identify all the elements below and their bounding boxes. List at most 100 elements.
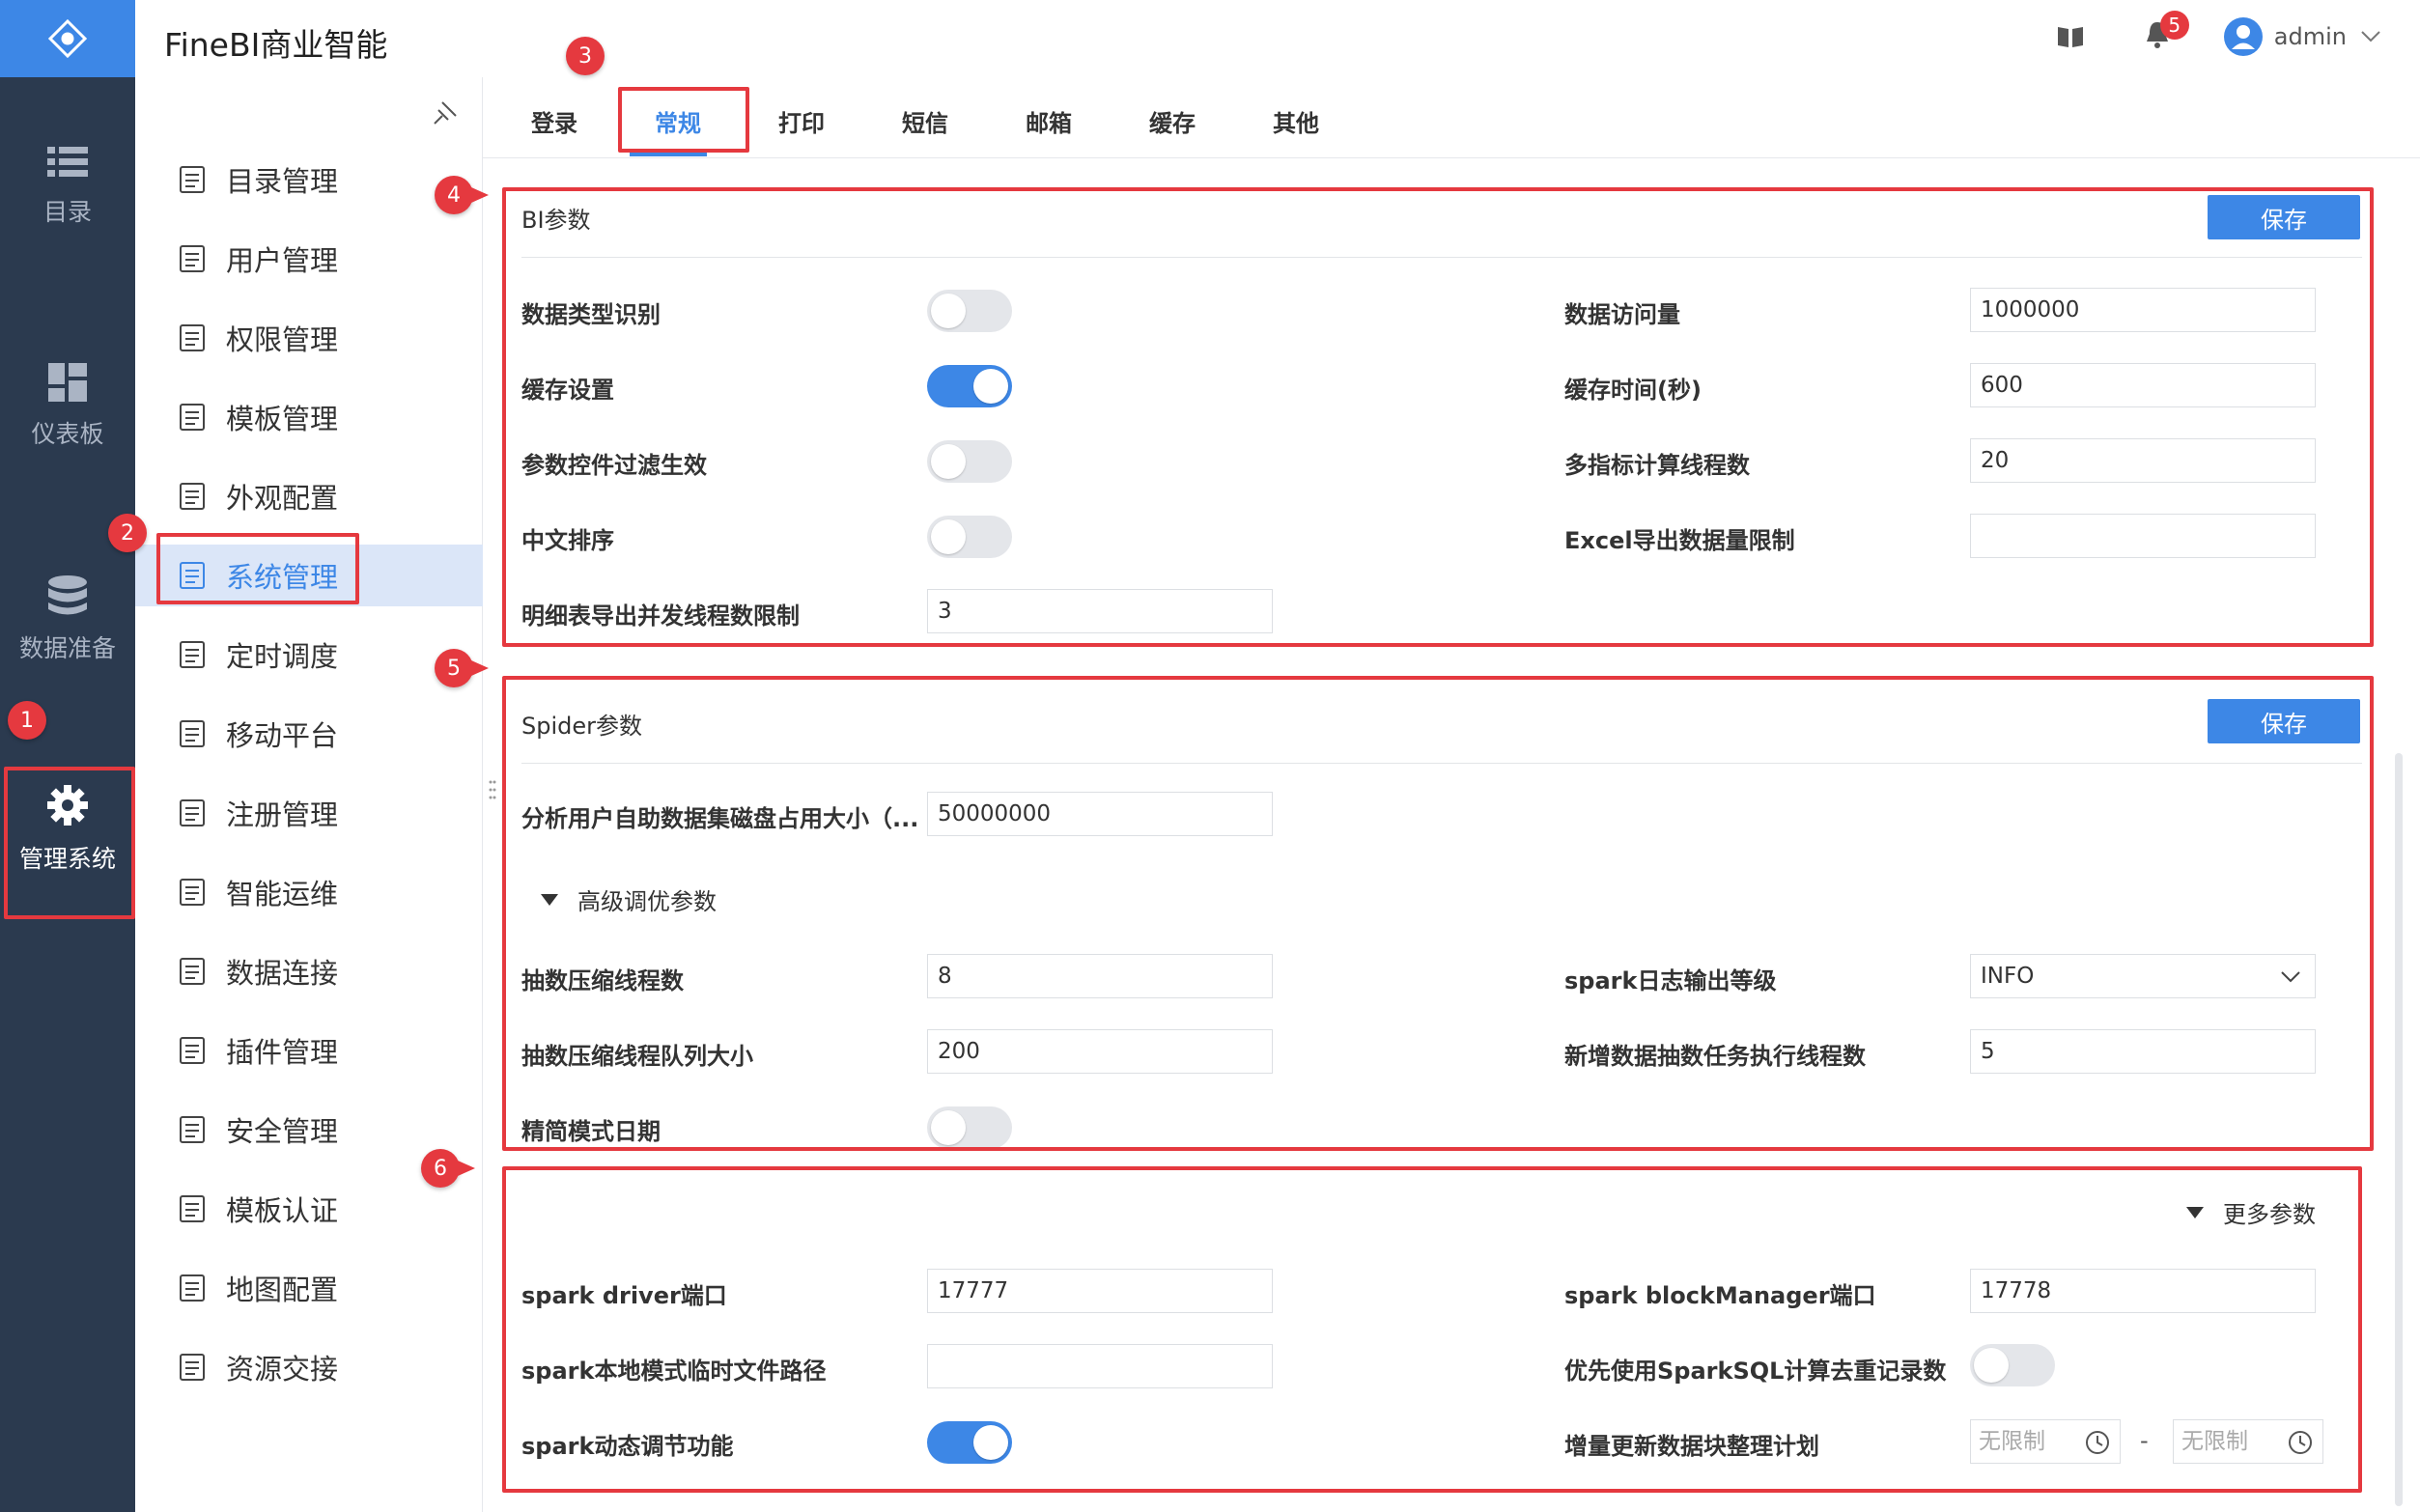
sidebar-item-permissions[interactable]: 权限管理 xyxy=(135,307,483,369)
new-extract-threads-input[interactable] xyxy=(1970,1029,2316,1074)
scrollbar[interactable] xyxy=(2395,753,2403,1506)
sidebar-item-handover[interactable]: 资源交接 xyxy=(135,1336,483,1398)
chevron-down-icon[interactable] xyxy=(2360,30,2381,43)
label-multi-threads: 多指标计算线程数 xyxy=(1564,452,1750,479)
cn-sort-toggle[interactable] xyxy=(927,516,1012,558)
list-icon xyxy=(47,147,88,177)
sidebar-item-label: 模板管理 xyxy=(226,403,339,435)
cache-setting-toggle[interactable] xyxy=(927,365,1012,407)
cert-icon xyxy=(180,1195,205,1222)
sidebar-item-catalog[interactable]: 目录管理 xyxy=(135,149,483,210)
nav-item-admin[interactable]: 管理系统 xyxy=(0,784,135,875)
multi-threads-input[interactable] xyxy=(1970,438,2316,483)
bi-section-title: BI参数 xyxy=(521,207,591,234)
advanced-toggle[interactable]: 高级调优参数 xyxy=(541,882,717,916)
user-name[interactable]: admin xyxy=(2274,23,2347,50)
incr-from-time[interactable]: 无限制 xyxy=(1970,1419,2121,1464)
tab-general[interactable]: 常规 xyxy=(655,104,701,138)
splitter-handle-icon[interactable] xyxy=(489,778,496,807)
local-tmp-input[interactable] xyxy=(927,1344,1273,1388)
param-filter-toggle[interactable] xyxy=(927,440,1012,483)
tab-login[interactable]: 登录 xyxy=(531,104,577,138)
step-badge-2: 2 xyxy=(108,514,147,552)
sidebar-item-connections[interactable]: 数据连接 xyxy=(135,940,483,1002)
tab-other[interactable]: 其他 xyxy=(1273,104,1319,138)
excel-limit-input[interactable] xyxy=(1970,514,2316,558)
mobile-icon xyxy=(180,720,205,747)
compress-threads-input[interactable] xyxy=(927,954,1273,998)
sidebar-item-label: 安全管理 xyxy=(226,1115,339,1148)
type-detect-toggle[interactable] xyxy=(927,290,1012,332)
sidebar-item-schedule[interactable]: 定时调度 xyxy=(135,624,483,686)
sparksql-dedup-toggle[interactable] xyxy=(1970,1344,2055,1386)
sidebar-item-templates[interactable]: 模板管理 xyxy=(135,386,483,448)
logo[interactable] xyxy=(0,0,135,77)
sidebar-item-label: 资源交接 xyxy=(226,1353,339,1386)
tab-sms[interactable]: 短信 xyxy=(902,104,948,138)
sidebar-item-label: 目录管理 xyxy=(226,165,339,198)
spark-log-select[interactable]: INFO xyxy=(1970,954,2316,998)
sidebar-item-label: 插件管理 xyxy=(226,1036,339,1069)
more-params-toggle[interactable]: 更多参数 xyxy=(2186,1195,2316,1229)
simple-date-toggle[interactable] xyxy=(927,1106,1012,1149)
label-simple-date: 精简模式日期 xyxy=(521,1118,661,1145)
driver-port-input[interactable] xyxy=(927,1269,1273,1313)
cache-time-input[interactable] xyxy=(1970,363,2316,407)
label-compress-threads: 抽数压缩线程数 xyxy=(521,967,684,994)
spider-save-button[interactable]: 保存 xyxy=(2208,699,2360,743)
book-icon[interactable] xyxy=(2056,24,2085,49)
brush-icon xyxy=(180,483,205,510)
tab-email[interactable]: 邮箱 xyxy=(1026,104,1072,138)
sidebar-item-system[interactable]: 系统管理 xyxy=(135,545,483,606)
step-badge-4: 4 xyxy=(435,176,489,214)
nav-label: 目录 xyxy=(42,198,92,226)
pin-icon[interactable] xyxy=(431,98,460,127)
dashboard-icon xyxy=(48,363,87,402)
sidebar-item-map[interactable]: 地图配置 xyxy=(135,1257,483,1319)
sidebar-item-label: 定时调度 xyxy=(226,640,339,673)
sidebar-item-plugins[interactable]: 插件管理 xyxy=(135,1020,483,1081)
disk-usage-input[interactable] xyxy=(927,792,1273,836)
label-bm-port: spark blockManager端口 xyxy=(1564,1282,1876,1309)
sidebar-item-users[interactable]: 用户管理 xyxy=(135,228,483,290)
bm-port-input[interactable] xyxy=(1970,1269,2316,1313)
nav-label: 数据准备 xyxy=(18,634,116,662)
incr-to-time[interactable]: 无限制 xyxy=(2173,1419,2323,1464)
tab-cache[interactable]: 缓存 xyxy=(1149,104,1196,138)
app-title: FineBI商业智能 xyxy=(164,26,388,64)
step-badge-5: 5 xyxy=(435,649,489,687)
sidebar-item-label: 数据连接 xyxy=(226,957,339,990)
bi-save-button[interactable]: 保存 xyxy=(2208,195,2360,239)
sidebar-item-appearance[interactable]: 外观配置 xyxy=(135,465,483,527)
nav-item-catalog[interactable]: 目录 xyxy=(0,145,135,228)
tab-bar: 登录 常规 打印 短信 邮箱 缓存 其他 xyxy=(483,77,2420,158)
step-badge-3: 3 xyxy=(566,37,605,75)
sidebar-item-certification[interactable]: 模板认证 xyxy=(135,1178,483,1240)
nav-item-data-prep[interactable]: 数据准备 xyxy=(0,575,135,664)
sidebar-item-registration[interactable]: 注册管理 xyxy=(135,782,483,844)
label-detail-export-threads: 明细表导出并发线程数限制 xyxy=(521,602,800,630)
map-icon xyxy=(180,1274,205,1302)
avatar[interactable] xyxy=(2223,17,2263,56)
access-volume-input[interactable] xyxy=(1970,288,2316,332)
sidebar-item-label: 系统管理 xyxy=(226,561,339,594)
nav-item-dashboard[interactable]: 仪表板 xyxy=(0,363,135,450)
spark-log-value: INFO xyxy=(1981,964,2035,989)
compress-queue-input[interactable] xyxy=(927,1029,1273,1074)
sidebar-item-mobile[interactable]: 移动平台 xyxy=(135,703,483,765)
label-access-volume: 数据访问量 xyxy=(1564,301,1680,328)
plugin-icon xyxy=(180,1037,205,1064)
register-icon xyxy=(180,799,205,826)
lock-icon xyxy=(180,324,205,351)
tab-print[interactable]: 打印 xyxy=(778,104,825,138)
label-disk-usage: 分析用户自助数据集磁盘占用大小（... xyxy=(521,805,917,832)
sidebar-item-ops[interactable]: 智能运维 xyxy=(135,861,483,923)
transfer-icon xyxy=(180,1354,205,1381)
dynamic-toggle[interactable] xyxy=(927,1421,1012,1464)
spider-section-title: Spider参数 xyxy=(521,713,643,740)
chevron-down-icon xyxy=(2281,971,2300,983)
detail-export-threads-input[interactable] xyxy=(927,589,1273,633)
label-cache-setting: 缓存设置 xyxy=(521,377,614,404)
header-actions: 5 admin xyxy=(2056,11,2381,56)
notifications[interactable]: 5 xyxy=(2145,11,2189,53)
